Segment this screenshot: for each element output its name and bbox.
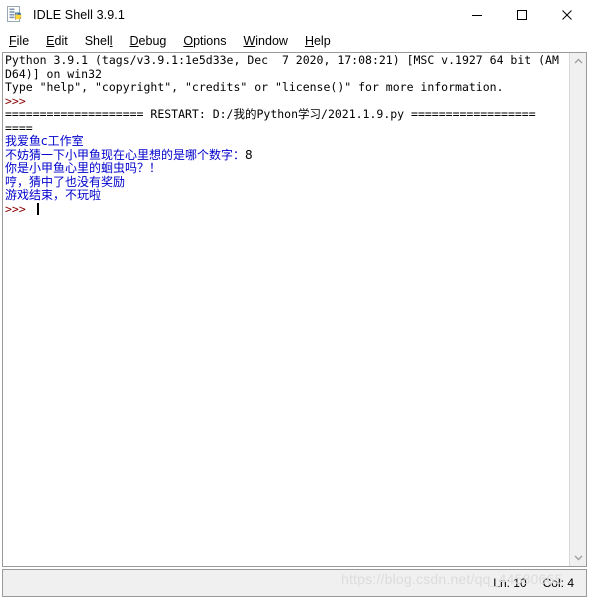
console-line: Python 3.9.1 (tags/v3.9.1:1e5d33e, Dec 7… — [5, 53, 559, 67]
python-idle-icon — [7, 6, 25, 24]
menu-item-file[interactable]: File — [9, 33, 29, 49]
console-prompt-text: 不妨猜一下小甲鱼现在心里想的是哪个数字： — [5, 147, 246, 162]
menu-item-options[interactable]: Options — [183, 33, 226, 49]
window-title: IDLE Shell 3.9.1 — [33, 8, 125, 22]
title-bar: IDLE Shell 3.9.1 — [0, 0, 589, 30]
menu-item-edit[interactable]: Edit — [46, 33, 68, 49]
text-cursor — [36, 203, 39, 216]
chevron-up-icon — [574, 58, 582, 64]
watermark-text: https://blog.csdn.net/qq_44580665 — [341, 571, 563, 587]
scroll-up-button[interactable] — [570, 53, 587, 70]
scroll-down-button[interactable] — [570, 549, 587, 566]
console-prompt-text: >>> — [5, 202, 33, 217]
status-col-indicator: Col: 4 — [542, 576, 574, 590]
minimize-icon — [471, 15, 482, 16]
close-icon — [561, 10, 572, 20]
menu-item-help[interactable]: Help — [305, 33, 331, 49]
console-active-prompt[interactable]: >>> — [5, 202, 569, 217]
console-line: 游戏结束，不玩啦 — [5, 188, 102, 203]
minimize-button[interactable] — [454, 0, 499, 30]
console-prompt: >>> — [5, 93, 33, 108]
status-line-indicator: Ln: 10 — [493, 576, 527, 590]
scrollbar-track[interactable] — [569, 70, 586, 549]
console-output[interactable]: Python 3.9.1 (tags/v3.9.1:1e5d33e, Dec 7… — [3, 53, 569, 566]
maximize-button[interactable] — [499, 0, 544, 30]
maximize-icon — [516, 10, 527, 20]
shell-text-area[interactable]: Python 3.9.1 (tags/v3.9.1:1e5d33e, Dec 7… — [2, 52, 587, 567]
menu-item-window[interactable]: Window — [243, 33, 287, 49]
console-line: Type "help", "copyright", "credits" or "… — [5, 80, 504, 95]
console-restart-line: ==================== RESTART: D:/我的Pytho… — [5, 107, 536, 122]
menu-bar: File Edit Shell Debug Options Window Hel… — [0, 30, 589, 52]
console-line: 你是小甲鱼心里的蛔虫吗？！ — [5, 161, 162, 176]
console-line: 我爱鱼c工作室 — [5, 134, 84, 149]
window-controls — [454, 0, 589, 30]
vertical-scrollbar[interactable] — [569, 53, 586, 566]
console-user-input: 8 — [245, 147, 253, 162]
close-button[interactable] — [544, 0, 589, 30]
chevron-down-icon — [574, 555, 582, 561]
idle-shell-window: IDLE Shell 3.9.1 File Edit Shell Debug O… — [0, 0, 589, 600]
menu-item-shell[interactable]: Shell — [85, 33, 113, 49]
status-bar: https://blog.csdn.net/qq_44580665 Ln: 10… — [2, 569, 587, 597]
console-restart-line: ==== — [5, 120, 33, 135]
menu-item-debug[interactable]: Debug — [130, 33, 167, 49]
console-line: D64)] on win32 — [5, 66, 102, 81]
